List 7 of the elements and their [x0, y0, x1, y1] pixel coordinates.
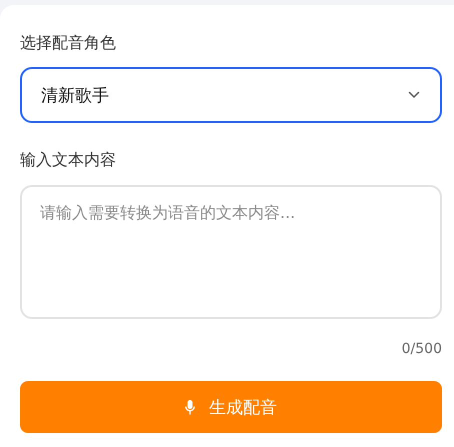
voice-select[interactable]: 清新歌手 — [20, 67, 442, 123]
microphone-icon — [185, 400, 195, 414]
field-label: 选择配音角色 — [20, 33, 116, 54]
chevron-down-icon — [408, 91, 420, 99]
field-label: 输入文本内容 — [20, 150, 116, 171]
character-counter: 0/500 — [402, 341, 442, 357]
text-input-field[interactable]: 请输入需要转换为语音的文本内容... — [20, 185, 442, 319]
